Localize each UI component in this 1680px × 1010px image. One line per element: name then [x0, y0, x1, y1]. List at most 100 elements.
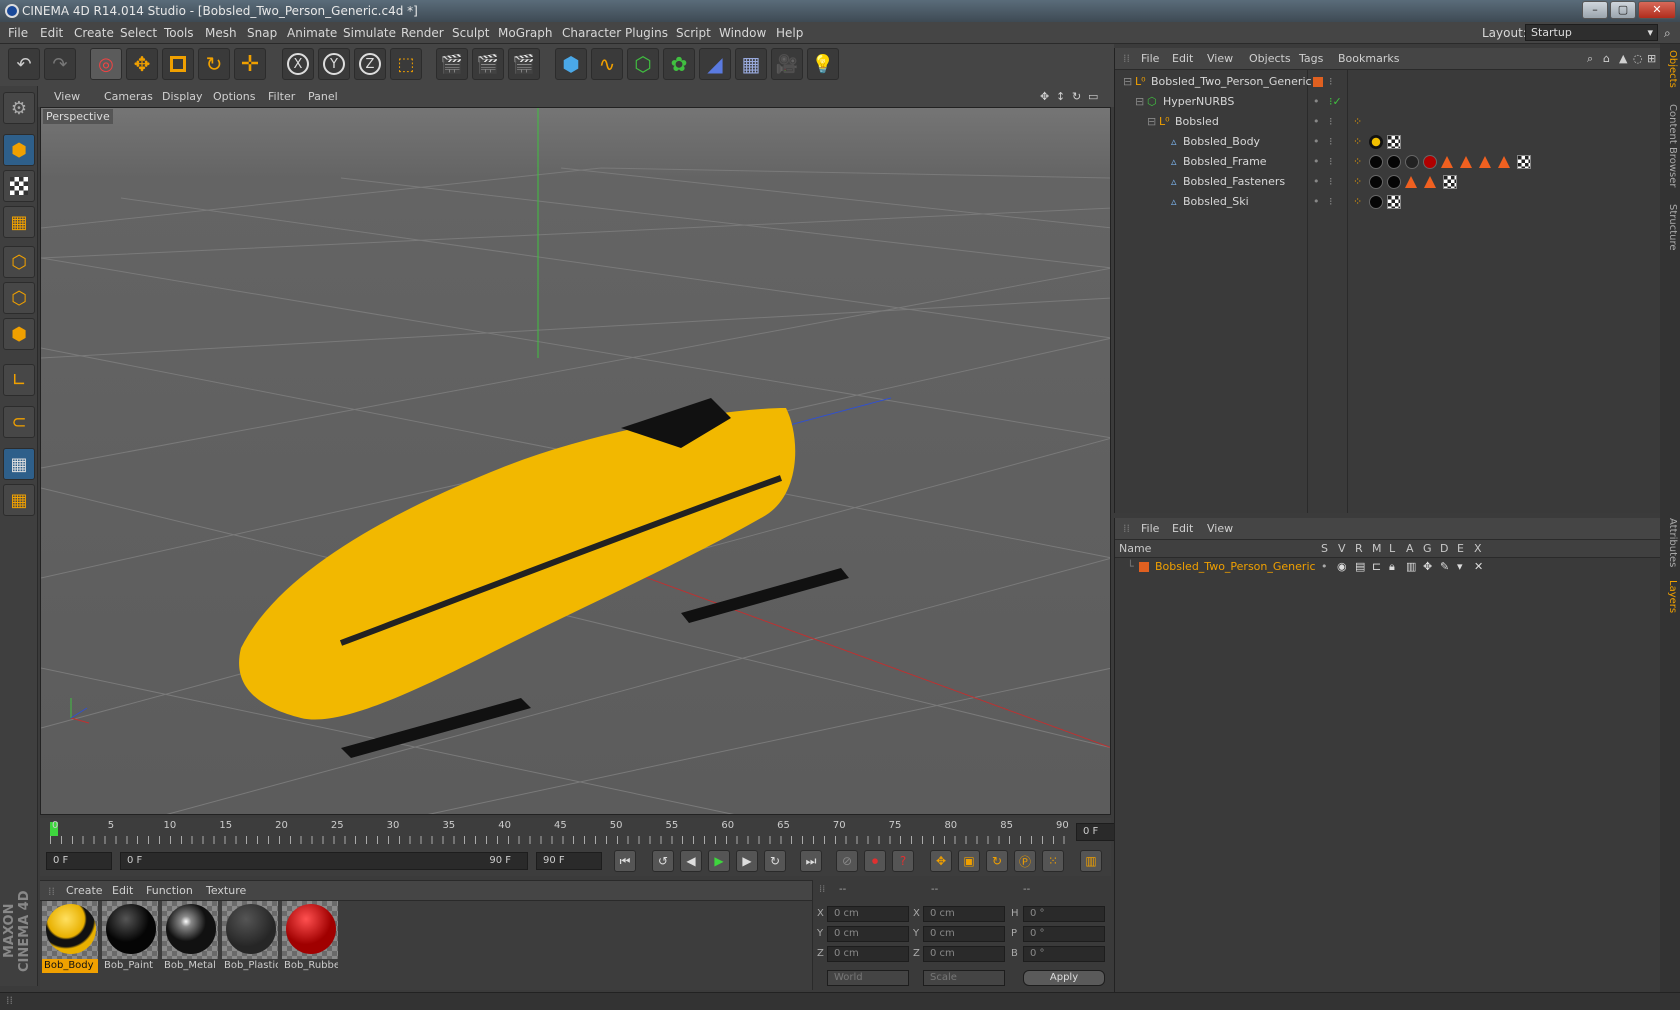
render-view-button[interactable]: 🎬 [436, 48, 468, 80]
selection-tag-icon[interactable] [1405, 176, 1417, 188]
selection-tag-icon[interactable] [1460, 156, 1472, 168]
y-axis-lock-button[interactable]: Y [318, 48, 350, 80]
floor-button[interactable]: ▦ [735, 48, 767, 80]
layer-col-manager[interactable]: M [1372, 542, 1382, 555]
tab-content-browser[interactable]: Content Browser [1662, 104, 1678, 187]
z-axis-lock-button[interactable]: Z [354, 48, 386, 80]
end-frame-field[interactable]: 90 F [536, 852, 602, 870]
material-menu-function[interactable]: Function [146, 881, 193, 901]
size-x-field[interactable]: 0 cm [923, 906, 1005, 922]
menu-script[interactable]: Script [676, 22, 711, 44]
rotation-b-field[interactable]: 0 ° [1023, 946, 1105, 962]
menu-help[interactable]: Help [776, 22, 803, 44]
layer-row[interactable]: └ Bobsled_Two_Person_Generic • ◉ ▤ ⊏ 🔒︎ … [1115, 558, 1661, 576]
object-menu-view[interactable]: View [1207, 48, 1233, 70]
new-window-icon[interactable]: ⊞ [1647, 48, 1656, 70]
object-row-bobsled[interactable]: ⊟ L⁰ Bobsled • ⁝ ⁘ [1115, 112, 1661, 132]
object-row-bobsled-ski[interactable]: ▵ Bobsled_Ski • ⁝ ⁘ [1115, 192, 1661, 212]
light-button[interactable]: 💡 [807, 48, 839, 80]
uvw-tag-icon[interactable] [1443, 175, 1457, 189]
menu-render[interactable]: Render [401, 22, 444, 44]
points-mode-button[interactable]: ⬡ [3, 246, 35, 278]
render-picture-viewer-button[interactable]: 🎬 [472, 48, 504, 80]
material-tag-paint[interactable] [1369, 155, 1383, 169]
workplane-lock-button[interactable]: ▦ [3, 448, 35, 480]
layer-col-solo[interactable]: S [1321, 542, 1328, 555]
close-window-button[interactable]: ✕ [1638, 1, 1676, 19]
viewport-menu-view[interactable]: View [54, 86, 80, 107]
viewport-maximize-icon[interactable]: ▭ [1088, 86, 1098, 107]
next-key-button[interactable]: ↻ [764, 850, 786, 872]
visibility-dots-icon[interactable]: ⁝ [1329, 192, 1333, 212]
collapse-icon[interactable]: ◌ [1633, 48, 1643, 70]
visibility-dot-icon[interactable]: • [1313, 152, 1320, 172]
key-rotation-button[interactable]: ↻ [986, 850, 1008, 872]
material-swatch-bob-rubber[interactable]: Bob_Rubber [282, 901, 338, 975]
menu-simulate[interactable]: Simulate [343, 22, 396, 44]
viewport-zoom-icon[interactable]: ↕ [1056, 86, 1065, 107]
viewport-menu-cameras[interactable]: Cameras [104, 86, 153, 107]
expand-icon[interactable]: ⊟ [1135, 92, 1144, 112]
tab-layers[interactable]: Layers [1662, 580, 1678, 613]
previous-frame-button[interactable]: ◀ [680, 850, 702, 872]
menu-window[interactable]: Window [719, 22, 766, 44]
material-menu-texture[interactable]: Texture [206, 881, 246, 901]
apply-button[interactable]: Apply [1023, 970, 1105, 986]
selection-tag-icon[interactable] [1424, 176, 1436, 188]
menu-snap[interactable]: Snap [247, 22, 277, 44]
generator-icon[interactable]: ✥ [1423, 558, 1432, 576]
menu-edit[interactable]: Edit [40, 22, 63, 44]
visibility-dots-icon[interactable]: ⁝ [1329, 112, 1333, 132]
menu-character[interactable]: Character [562, 22, 621, 44]
object-row-hypernurbs[interactable]: ⊟ ⬡ HyperNURBS • ⁝✓ [1115, 92, 1661, 112]
deformer-icon[interactable]: ✎ [1440, 558, 1449, 576]
x-axis-lock-button[interactable]: X [282, 48, 314, 80]
nurbs-button[interactable]: ⬡ [627, 48, 659, 80]
position-y-field[interactable]: 0 cm [827, 926, 909, 942]
material-menu-edit[interactable]: Edit [112, 881, 133, 901]
add-object-button[interactable]: ✛ [234, 48, 266, 80]
material-menu-create[interactable]: Create [66, 881, 103, 901]
timeline-ruler[interactable]: 0 5 10 15 20 25 30 35 40 45 50 55 60 65 70 75 80 85 90 0 F [40, 818, 1142, 846]
visibility-dot-icon[interactable]: • [1313, 112, 1320, 132]
viewport-rotate-icon[interactable]: ↻ [1072, 86, 1081, 107]
coordinate-system-button[interactable]: ⬚ [390, 48, 422, 80]
timeline-window-button[interactable]: ▥ [1080, 850, 1102, 872]
layer-menu-edit[interactable]: Edit [1172, 518, 1193, 540]
object-menu-edit[interactable]: Edit [1172, 48, 1193, 70]
up-arrow-icon[interactable]: ▲ [1619, 48, 1627, 70]
cube-primitive-button[interactable]: ⬢ [555, 48, 587, 80]
viewport-menu-options[interactable]: Options [213, 86, 255, 107]
manager-tree-icon[interactable]: ⊏ [1372, 558, 1381, 576]
frame-range-slider[interactable]: 0 F 90 F [120, 852, 528, 870]
tab-structure[interactable]: Structure [1662, 204, 1678, 251]
phong-tag-icon[interactable]: ⁘ [1353, 132, 1362, 152]
film-icon[interactable]: ▥ [1406, 558, 1416, 576]
key-parameter-button[interactable]: Ⓟ [1014, 850, 1036, 872]
menu-mesh[interactable]: Mesh [205, 22, 237, 44]
object-row-bobsled-two-person-generic[interactable]: ⊟ L⁰ Bobsled_Two_Person_Generic ⁝ [1115, 72, 1661, 92]
material-tag-metal[interactable] [1387, 175, 1401, 189]
bobsled-model[interactable] [239, 398, 849, 758]
home-icon[interactable]: ⌂ [1603, 48, 1610, 70]
material-tag-metal[interactable] [1387, 155, 1401, 169]
selection-tag-icon[interactable] [1441, 156, 1453, 168]
solo-toggle-icon[interactable]: • [1321, 558, 1328, 576]
selection-tag-icon[interactable] [1498, 156, 1510, 168]
layer-color-swatch[interactable] [1139, 562, 1149, 572]
next-frame-button[interactable]: ▶ [736, 850, 758, 872]
visibility-dots-icon[interactable]: ⁝ [1329, 172, 1333, 192]
phong-tag-icon[interactable]: ⁘ [1353, 192, 1362, 212]
object-menu-file[interactable]: File [1141, 48, 1159, 70]
viewport-menu-panel[interactable]: Panel [308, 86, 338, 107]
make-editable-button[interactable]: ⚙ [3, 92, 35, 124]
previous-key-button[interactable]: ↺ [652, 850, 674, 872]
tab-attributes[interactable]: Attributes [1662, 518, 1678, 567]
uvw-tag-icon[interactable] [1387, 135, 1401, 149]
search-icon[interactable]: ⌕ [1664, 22, 1671, 44]
visibility-dot-icon[interactable]: • [1313, 192, 1320, 212]
snap-button[interactable]: ⊂ [3, 406, 35, 438]
layer-col-deformers[interactable]: D [1440, 542, 1448, 555]
model-mode-button[interactable]: ⬢ [3, 134, 35, 166]
render-clapper-icon[interactable]: ▤ [1355, 558, 1365, 576]
